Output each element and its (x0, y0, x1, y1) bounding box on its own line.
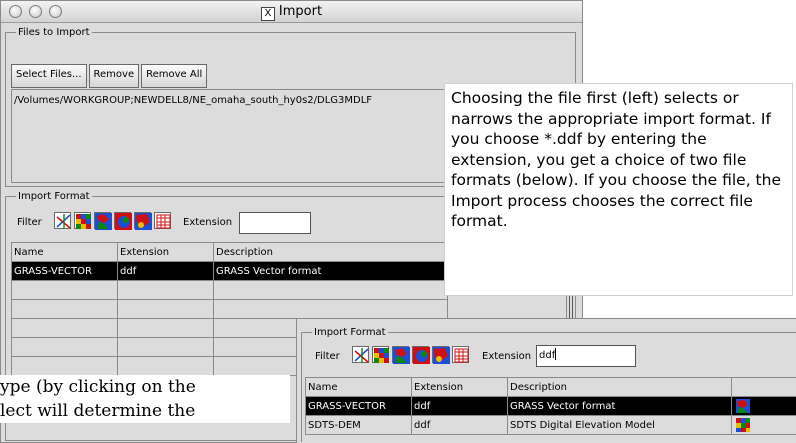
overlay-format-table: Name Extension Description GRASS-VECTOR … (305, 377, 796, 435)
table-filter-icon[interactable] (452, 346, 469, 363)
table-filter-icon[interactable] (154, 212, 171, 229)
table-header-row: Name Extension Description (11, 242, 448, 262)
remove-button[interactable]: Remove (88, 64, 140, 88)
vector-filter-icon[interactable] (352, 346, 369, 363)
document-line-1: ype (by clicking on the (0, 377, 196, 397)
col-icon-header[interactable] (731, 377, 796, 397)
col-description-header[interactable]: Description (507, 377, 732, 397)
table-row[interactable]: SDTS-DEM ddf SDTS Digital Elevation Mode… (305, 415, 796, 435)
remove-all-button[interactable]: Remove All (141, 64, 208, 88)
overlay-filter-label: Filter (315, 351, 340, 362)
raster-filter-icon[interactable] (372, 346, 389, 363)
window-title: Import (278, 4, 323, 19)
window-title-wrap: X Import (1, 3, 582, 21)
x11-icon: X (260, 7, 275, 21)
overlay-extension-value: ddf (539, 350, 556, 361)
document-text: ype (by clicking on the lect will determ… (0, 375, 290, 423)
row-ext: ddf (117, 261, 214, 281)
empty-row (11, 280, 448, 300)
file-list[interactable]: /Volumes/WORKGROUP;NEWDELL8/NE_omaha_sou… (11, 89, 451, 183)
polygon-map-filter-icon[interactable] (94, 212, 112, 230)
table-row[interactable]: GRASS-VECTOR ddf GRASS Vector format (11, 261, 448, 281)
callout-text: Choosing the file first (left) selects o… (451, 89, 781, 230)
callout-annotation: Choosing the file first (left) selects o… (444, 83, 793, 296)
extension-input[interactable] (239, 212, 311, 234)
filter-label: Filter (17, 217, 42, 228)
row-desc: GRASS Vector format (507, 396, 732, 416)
extension-label: Extension (183, 217, 233, 228)
col-name-header[interactable]: Name (305, 377, 412, 397)
col-extension-header[interactable]: Extension (117, 242, 214, 262)
overlay-extension-input[interactable]: ddf (536, 345, 636, 367)
row-ext: ddf (411, 396, 508, 416)
text-cursor (555, 348, 557, 360)
overlay-extension-label: Extension (482, 351, 532, 362)
table-row[interactable]: GRASS-VECTOR ddf GRASS Vector format (305, 396, 796, 416)
col-name-header[interactable]: Name (11, 242, 118, 262)
row-name: GRASS-VECTOR (305, 396, 412, 416)
row-desc: GRASS Vector format (213, 261, 448, 281)
raster-filter-icon[interactable] (74, 212, 91, 229)
region-map-filter-icon[interactable] (412, 346, 430, 364)
row-name: GRASS-VECTOR (11, 261, 118, 281)
format-legend: Import Format (18, 191, 90, 202)
overlay-format-legend: Import Format (314, 327, 386, 338)
select-files-button[interactable]: Select Files... (11, 64, 87, 88)
raster-grid-icon (731, 415, 796, 435)
col-description-header[interactable]: Description (213, 242, 448, 262)
files-legend: Files to Import (18, 27, 90, 38)
row-desc: SDTS Digital Elevation Model (507, 415, 732, 435)
file-path[interactable]: /Volumes/WORKGROUP;NEWDELL8/NE_omaha_sou… (14, 95, 372, 106)
vector-filter-icon[interactable] (54, 212, 71, 229)
region-map-filter-icon[interactable] (114, 212, 132, 230)
polygon-map-filter-icon[interactable] (392, 346, 410, 364)
overlay-import-format-panel: Import Format Filter Extension ddf Name … (296, 318, 796, 443)
site-map-filter-icon[interactable] (432, 346, 450, 364)
site-map-filter-icon[interactable] (134, 212, 152, 230)
table-header-row: Name Extension Description (305, 377, 796, 397)
file-buttons: Select Files... Remove Remove All (11, 64, 208, 88)
title-bar: X Import (1, 1, 582, 23)
col-extension-header[interactable]: Extension (411, 377, 508, 397)
row-ext: ddf (411, 415, 508, 435)
document-line-2: lect will determine the (0, 401, 196, 421)
empty-row (11, 299, 448, 319)
vector-map-icon (731, 396, 796, 416)
row-name: SDTS-DEM (305, 415, 412, 435)
